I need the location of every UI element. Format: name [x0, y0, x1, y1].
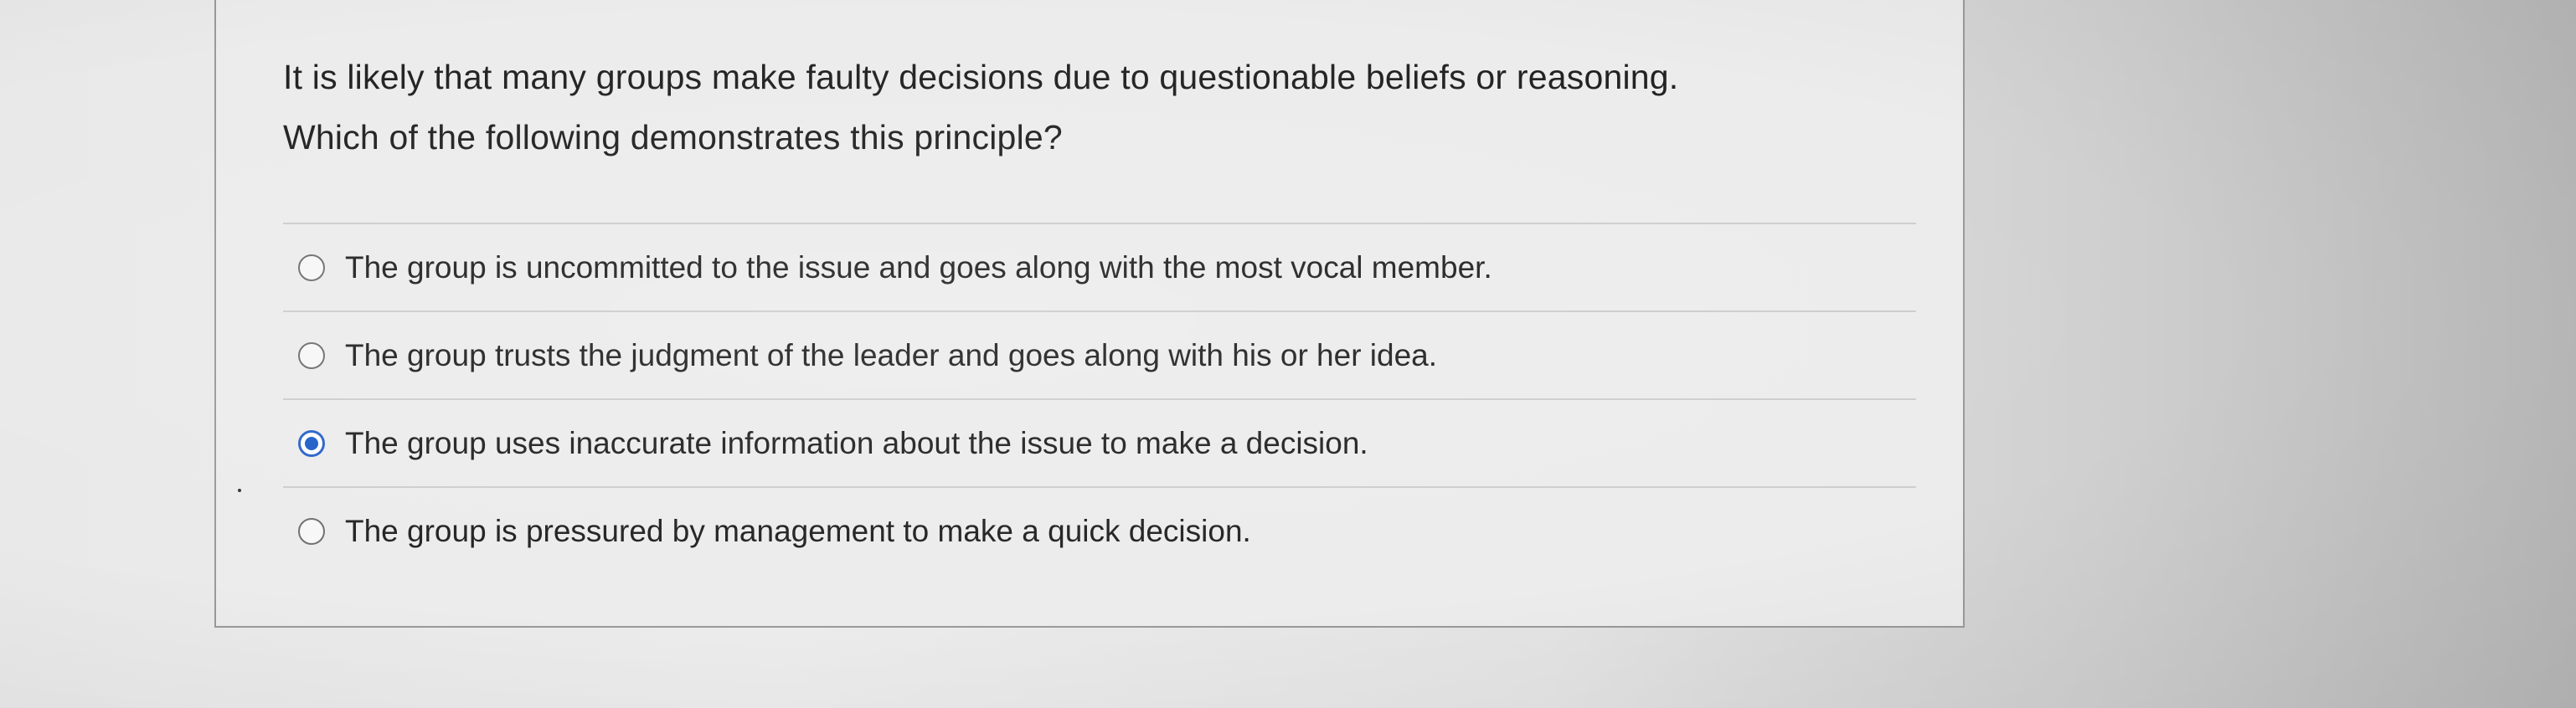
answer-label: The group is pressured by management to … — [345, 513, 1251, 548]
radio-button-selected-icon[interactable] — [298, 429, 325, 457]
radio-button-icon[interactable] — [298, 517, 325, 545]
cursor-dot — [238, 489, 241, 492]
answer-option-1[interactable]: The group is uncommitted to the issue an… — [283, 223, 1916, 310]
question-line-2: Which of the following demonstrates this… — [283, 118, 1063, 156]
answer-option-2[interactable]: The group trusts the judgment of the lea… — [283, 310, 1916, 398]
question-line-1: It is likely that many groups make fault… — [283, 58, 1679, 96]
answer-option-4[interactable]: The group is pressured by management to … — [283, 486, 1916, 574]
answer-option-3[interactable]: The group uses inaccurate information ab… — [283, 398, 1916, 486]
radio-button-icon[interactable] — [298, 254, 325, 281]
answer-list: The group is uncommitted to the issue an… — [283, 223, 1916, 574]
question-card: It is likely that many groups make fault… — [214, 0, 1965, 628]
answer-label: The group is uncommitted to the issue an… — [345, 249, 1492, 285]
question-text: It is likely that many groups make fault… — [283, 47, 1874, 167]
radio-button-icon[interactable] — [298, 341, 325, 369]
answer-label: The group trusts the judgment of the lea… — [345, 337, 1438, 372]
answer-label: The group uses inaccurate information ab… — [345, 425, 1368, 460]
